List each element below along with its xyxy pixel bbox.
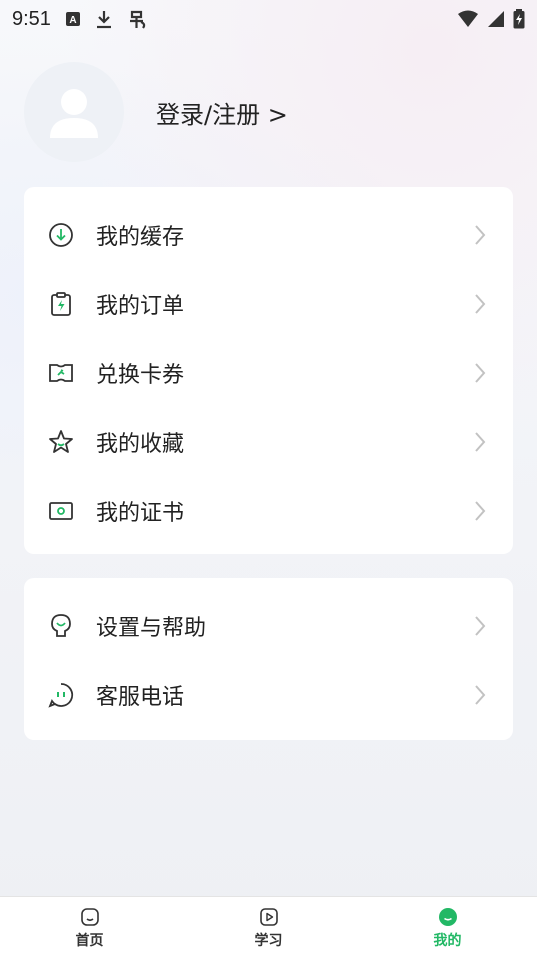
menu-card-main: 我的缓存 我的订单 兑换卡券 我的收藏 我的证书 (24, 187, 513, 554)
bulb-icon (48, 613, 74, 639)
chevron-right-icon (471, 362, 489, 384)
menu-item-settings-help[interactable]: 设置与帮助 (24, 591, 513, 660)
chevron-right-icon (471, 293, 489, 315)
status-time: 9:51 (12, 7, 51, 30)
menu-item-favorites[interactable]: 我的收藏 (24, 407, 513, 476)
bug-icon (127, 8, 149, 30)
tab-mine[interactable]: 我的 (358, 897, 537, 956)
tab-home[interactable]: 首页 (0, 897, 179, 956)
menu-card-secondary: 设置与帮助 客服电话 (24, 578, 513, 740)
coupon-icon (48, 360, 74, 386)
battery-charging-icon (513, 9, 525, 29)
tab-label: 首页 (75, 932, 104, 949)
menu-item-label: 我的证书 (96, 500, 185, 526)
home-icon (79, 906, 101, 928)
chevron-right-icon (471, 431, 489, 453)
menu-item-label: 我的订单 (96, 293, 185, 319)
menu-item-label: 设置与帮助 (96, 615, 207, 641)
profile-header[interactable]: 登录/注册 > (24, 62, 514, 162)
status-bar: 9:51 A (0, 0, 537, 38)
menu-item-certificates[interactable]: 我的证书 (24, 476, 513, 545)
login-register-link[interactable]: 登录/注册 > (156, 95, 288, 130)
menu-item-label: 兑换卡券 (96, 362, 185, 388)
menu-item-coupons[interactable]: 兑换卡券 (24, 338, 513, 407)
tab-label: 我的 (433, 932, 462, 949)
menu-item-label: 我的收藏 (96, 431, 185, 457)
download-circle-icon (48, 222, 74, 248)
play-icon (258, 906, 280, 928)
menu-item-customer-service[interactable]: 客服电话 (24, 660, 513, 729)
keyboard-a-icon: A (65, 11, 81, 27)
tab-label: 学习 (254, 932, 283, 949)
order-clipboard-icon (48, 291, 74, 317)
bottom-tab-bar: 首页 学习 我的 (0, 896, 537, 956)
star-icon (48, 429, 74, 455)
svg-text:A: A (69, 15, 76, 26)
tab-study[interactable]: 学习 (179, 897, 358, 956)
menu-item-cache[interactable]: 我的缓存 (24, 200, 513, 269)
chevron-right-icon (471, 615, 489, 637)
download-icon (95, 9, 113, 29)
chat-icon (48, 682, 74, 708)
chevron-right-icon (471, 684, 489, 706)
menu-item-label: 客服电话 (96, 684, 185, 710)
profile-face-icon (437, 906, 459, 928)
user-silhouette-icon (50, 89, 98, 138)
signal-icon (487, 10, 505, 28)
menu-item-orders[interactable]: 我的订单 (24, 269, 513, 338)
avatar[interactable] (24, 62, 124, 162)
certificate-icon (48, 498, 74, 524)
chevron-right-icon (471, 500, 489, 522)
wifi-icon (457, 10, 479, 28)
menu-item-label: 我的缓存 (96, 224, 185, 250)
chevron-right-icon (471, 224, 489, 246)
